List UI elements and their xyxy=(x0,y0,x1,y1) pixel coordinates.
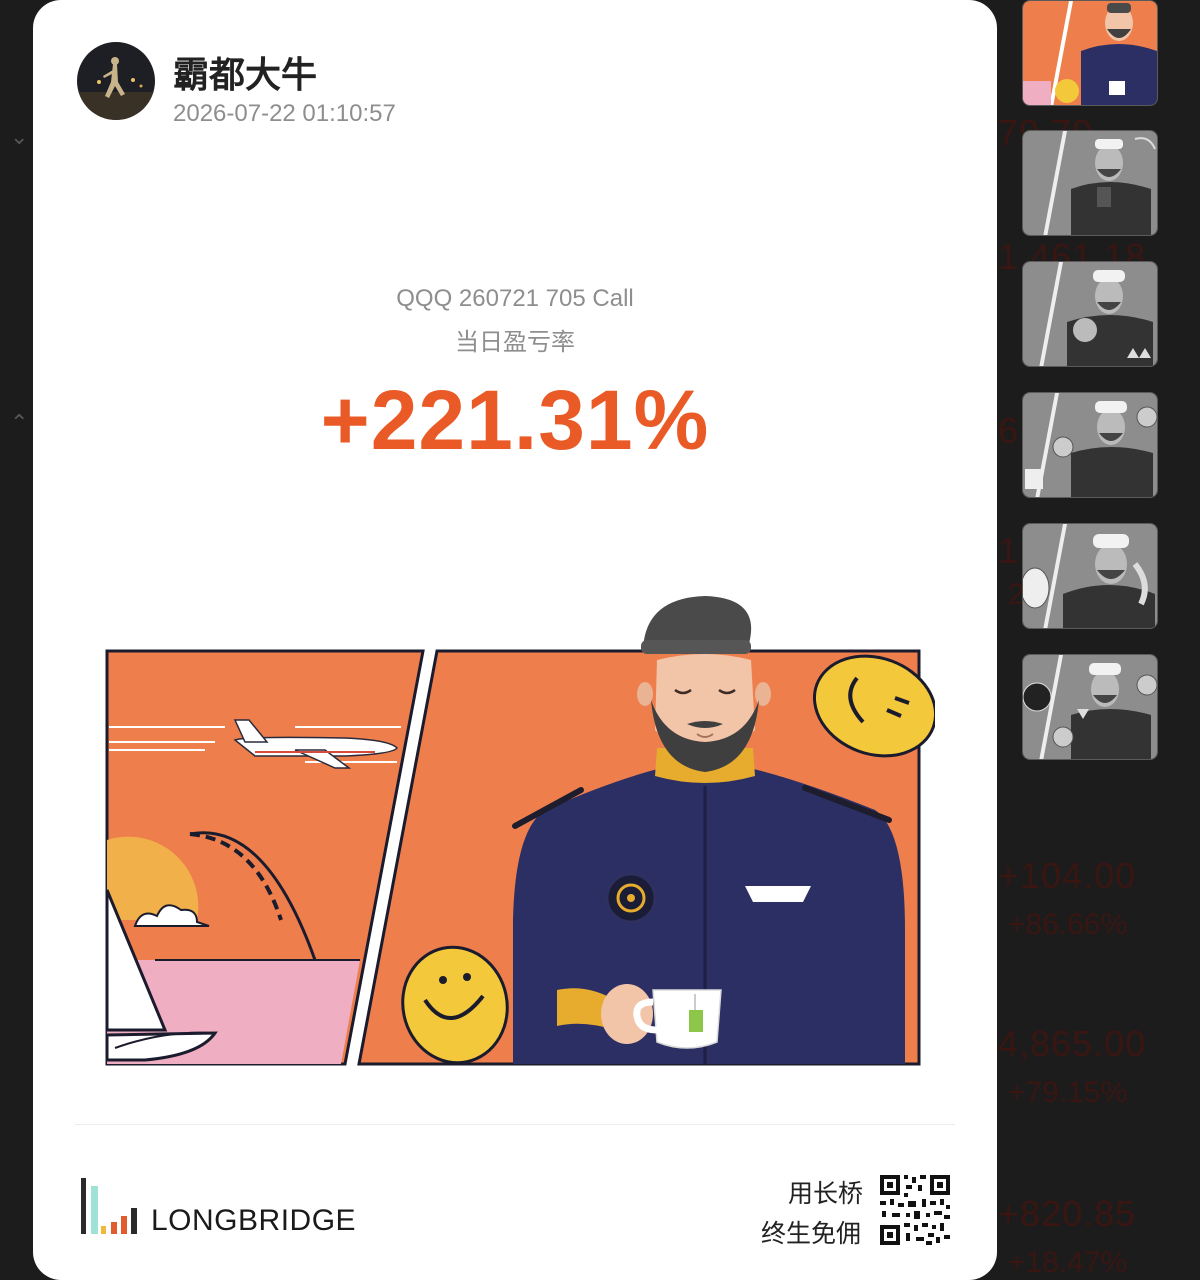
background-pct: +86.66% xyxy=(1008,908,1128,941)
contract-name: QQQ 260721 705 Call xyxy=(396,285,634,312)
thumbnail-captain-coins[interactable] xyxy=(1022,392,1158,498)
brand-name: LONGBRIDGE xyxy=(151,1204,357,1237)
thumbnail-captain-moneybag[interactable] xyxy=(1022,523,1158,629)
pnl-rate: +221.31% xyxy=(320,373,710,467)
longbridge-logo-icon xyxy=(81,1178,137,1234)
thumbnail-captain-fist[interactable] xyxy=(1022,261,1158,367)
thumbnail-captain-cocktail[interactable] xyxy=(1022,654,1158,760)
chevron-down-icon[interactable]: ⌄ xyxy=(10,124,28,150)
background-pct: +18.47% xyxy=(1008,1246,1128,1279)
background-value: 4,865.00 xyxy=(998,1023,1147,1064)
metric-label: 当日盈亏率 xyxy=(455,329,575,356)
background-value: +104.00 xyxy=(998,855,1137,896)
promo-line-1: 用长桥 xyxy=(788,1180,864,1208)
captain-illustration xyxy=(105,596,935,1066)
thumbnail-captain-phone[interactable] xyxy=(1022,130,1158,236)
promo-line-2: 终生免佣 xyxy=(761,1220,862,1248)
avatar[interactable] xyxy=(77,42,155,120)
background-pct: +79.15% xyxy=(1008,1076,1128,1109)
chevron-up-icon[interactable]: ⌃ xyxy=(10,410,28,436)
background-value: +820.85 xyxy=(998,1193,1137,1234)
divider xyxy=(75,1124,955,1125)
timestamp: 2026-07-22 01:10:57 xyxy=(173,100,396,127)
share-card: 霸都大牛 2026-07-22 01:10:57 QQQ 260721 705 … xyxy=(33,0,997,1280)
qr-code-icon[interactable] xyxy=(878,1173,952,1247)
username: 霸都大牛 xyxy=(173,54,318,95)
thumbnail-captain-tea[interactable] xyxy=(1022,0,1158,106)
